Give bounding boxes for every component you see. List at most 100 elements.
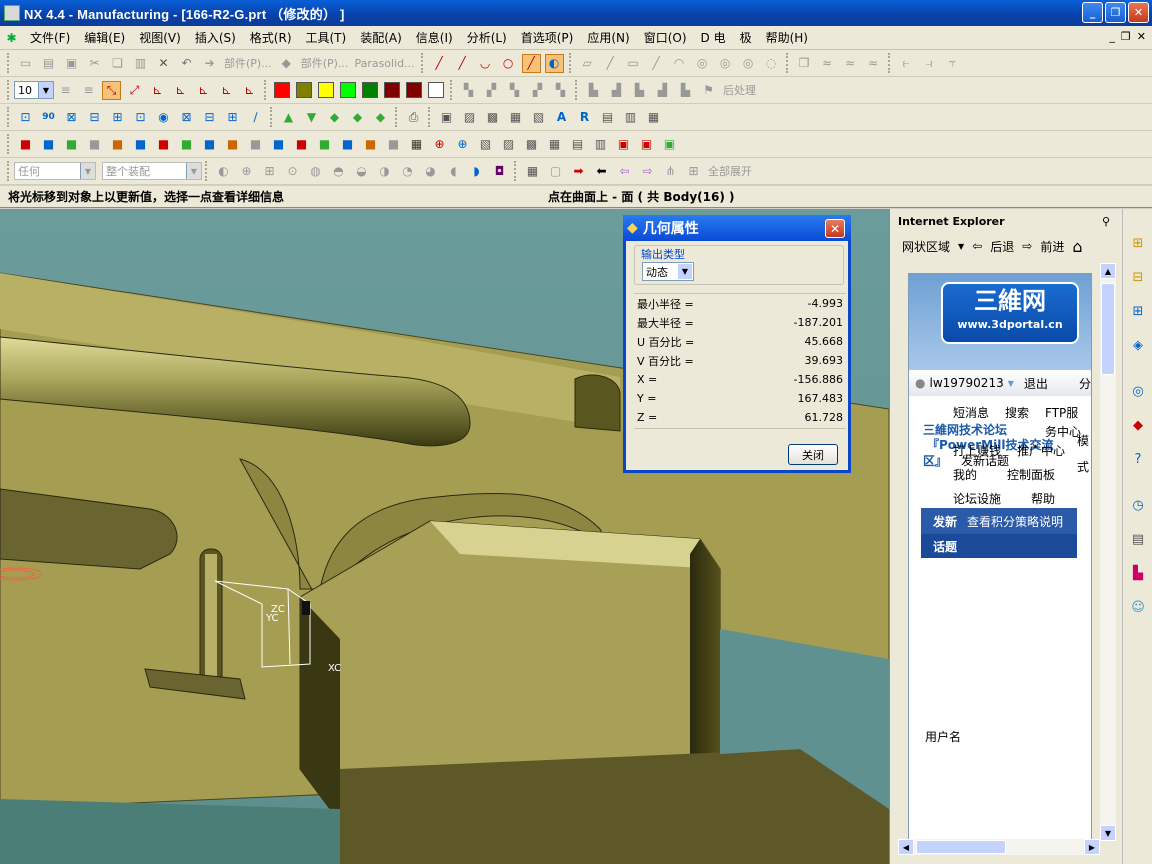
mold-17-icon[interactable]: ■ bbox=[384, 135, 403, 154]
mold-5-icon[interactable]: ■ bbox=[108, 135, 127, 154]
view-7-icon[interactable]: ▥ bbox=[621, 108, 640, 127]
mold-10-icon[interactable]: ■ bbox=[223, 135, 242, 154]
pin-icon[interactable]: ⚲ bbox=[1102, 215, 1110, 228]
control-panel-link[interactable]: 控制面板 bbox=[1007, 466, 1055, 483]
mold-13-icon[interactable]: ■ bbox=[292, 135, 311, 154]
promo-center-link[interactable]: 推广中心 bbox=[1017, 442, 1065, 459]
expand-all-icon[interactable]: ⊞ bbox=[684, 162, 703, 181]
menu-window[interactable]: 窗口(O) bbox=[637, 29, 694, 46]
select-2-icon[interactable]: ⊕ bbox=[237, 162, 256, 181]
hscroll-thumb[interactable] bbox=[916, 840, 1006, 854]
ie-horizontal-scrollbar[interactable]: ◀ ▶ bbox=[898, 839, 1100, 855]
fen-link[interactable]: 分 bbox=[1079, 375, 1091, 392]
part-label-2[interactable]: 部件(P)... bbox=[301, 55, 349, 71]
menu-application[interactable]: 应用(N) bbox=[580, 29, 636, 46]
filter-select[interactable]: 任何 ▼ bbox=[14, 162, 96, 180]
mold-27-icon[interactable]: ▣ bbox=[614, 135, 633, 154]
postprocess-label[interactable]: 后处理 bbox=[723, 82, 756, 98]
nav-red-arrow-icon[interactable]: ➡ bbox=[569, 162, 588, 181]
mdi-close-icon[interactable]: ✕ bbox=[1137, 30, 1146, 43]
toolbar-grip[interactable] bbox=[420, 53, 425, 73]
cam-a-icon[interactable]: ▙ bbox=[584, 81, 603, 100]
open-icon[interactable]: ▤ bbox=[39, 54, 58, 73]
trim2-icon[interactable]: ⥽ bbox=[920, 54, 939, 73]
analysis-5-icon[interactable]: ⊞ bbox=[108, 108, 127, 127]
color-swatch-red[interactable] bbox=[274, 82, 290, 98]
toolbar-grip[interactable] bbox=[395, 107, 399, 127]
minimize-button[interactable]: _ bbox=[1082, 2, 1103, 23]
color-swatch-olive[interactable] bbox=[296, 82, 312, 98]
arc-icon[interactable]: ◡ bbox=[476, 54, 495, 73]
mdi-minimize-icon[interactable]: _ bbox=[1109, 30, 1115, 43]
web-browser-icon[interactable]: ◎ bbox=[1128, 381, 1148, 401]
forum-settings-link[interactable]: 论坛设施 bbox=[953, 490, 1001, 507]
mold-11-icon[interactable]: ■ bbox=[246, 135, 265, 154]
analysis-11-icon[interactable]: ∕ bbox=[246, 108, 265, 127]
tool-b-icon[interactable]: ▞ bbox=[482, 81, 501, 100]
operation-navigator-icon[interactable]: ⊞ bbox=[1128, 301, 1148, 321]
analysis-1-icon[interactable]: ⊡ bbox=[16, 108, 35, 127]
analysis-3-icon[interactable]: ⊠ bbox=[62, 108, 81, 127]
feature4-icon[interactable]: ≈ bbox=[864, 54, 883, 73]
select-13-icon[interactable]: ◘ bbox=[490, 162, 509, 181]
sketch-dropdown-icon[interactable]: ◐ bbox=[544, 53, 564, 73]
text-a-icon[interactable]: A bbox=[552, 108, 571, 127]
mold-6-icon[interactable]: ■ bbox=[131, 135, 150, 154]
select-9-icon[interactable]: ◔ bbox=[398, 162, 417, 181]
paste-icon[interactable]: ▥ bbox=[131, 54, 150, 73]
toolbar-grip[interactable] bbox=[7, 80, 11, 100]
color-swatch-green[interactable] bbox=[362, 82, 378, 98]
new-icon[interactable]: ▭ bbox=[16, 54, 35, 73]
nav-back-icon[interactable]: ⇦ bbox=[615, 162, 634, 181]
visualization-icon[interactable]: ▙ bbox=[1128, 563, 1148, 583]
mold-2-icon[interactable]: ■ bbox=[39, 135, 58, 154]
select-3-icon[interactable]: ⊞ bbox=[260, 162, 279, 181]
chevron-down-icon[interactable]: ▼ bbox=[1008, 379, 1014, 388]
view-4-icon[interactable]: ▦ bbox=[506, 108, 525, 127]
menu-view[interactable]: 视图(V) bbox=[132, 29, 188, 46]
wcs6-icon[interactable]: ⊾ bbox=[217, 81, 236, 100]
scroll-down-icon[interactable]: ▼ bbox=[1100, 825, 1116, 841]
circle3-icon[interactable]: ◎ bbox=[716, 54, 735, 73]
circle-icon[interactable]: ○ bbox=[499, 54, 518, 73]
menu-format[interactable]: 格式(R) bbox=[243, 29, 299, 46]
back-arrow-icon[interactable]: ⇦ bbox=[972, 239, 982, 253]
analysis-6-icon[interactable]: ⊡ bbox=[131, 108, 150, 127]
system-materials-icon[interactable]: ▤ bbox=[1128, 529, 1148, 549]
mdi-restore-icon[interactable]: ❐ bbox=[1121, 30, 1131, 43]
select-11-icon[interactable]: ◖ bbox=[444, 162, 463, 181]
tool-e-icon[interactable]: ▚ bbox=[551, 81, 570, 100]
toolbar-grip[interactable] bbox=[887, 53, 892, 73]
toolbar-grip[interactable] bbox=[785, 53, 790, 73]
scroll-right-icon[interactable]: ▶ bbox=[1084, 839, 1100, 855]
library-icon[interactable]: ◈ bbox=[1128, 335, 1148, 355]
dialog-titlebar[interactable]: ◆ 几何属性 ✕ bbox=[623, 215, 851, 241]
spline-icon[interactable]: ◌ bbox=[762, 54, 781, 73]
circle4-icon[interactable]: ◎ bbox=[739, 54, 758, 73]
trim3-icon[interactable]: ⥾ bbox=[943, 54, 962, 73]
feature2-icon[interactable]: ≈ bbox=[818, 54, 837, 73]
select-10-icon[interactable]: ◕ bbox=[421, 162, 440, 181]
mold-25-icon[interactable]: ▤ bbox=[568, 135, 587, 154]
nav-tree-icon[interactable]: ⋔ bbox=[661, 162, 680, 181]
mold-16-icon[interactable]: ■ bbox=[361, 135, 380, 154]
ie-vertical-scrollbar[interactable]: ▲ ▼ bbox=[1100, 263, 1116, 841]
mold-29-icon[interactable]: ▣ bbox=[660, 135, 679, 154]
delete-icon[interactable]: ✕ bbox=[154, 54, 173, 73]
select-12-icon[interactable]: ◗ bbox=[467, 162, 486, 181]
rect-icon[interactable]: ▭ bbox=[624, 54, 643, 73]
tool-d-icon[interactable]: ▞ bbox=[528, 81, 547, 100]
site-logo[interactable]: 三維网 www.3dportal.cn bbox=[941, 282, 1079, 344]
maximize-button[interactable]: ❐ bbox=[1105, 2, 1126, 23]
help-icon[interactable]: ? bbox=[1128, 449, 1148, 469]
trim-icon[interactable]: ⥼ bbox=[897, 54, 916, 73]
mold-7-icon[interactable]: ■ bbox=[154, 135, 173, 154]
toolbar-grip[interactable] bbox=[7, 161, 11, 181]
curve-icon[interactable]: ▱ bbox=[578, 54, 597, 73]
help-link[interactable]: 帮助 bbox=[1031, 490, 1055, 507]
feature3-icon[interactable]: ≈ bbox=[841, 54, 860, 73]
toolbar-grip[interactable] bbox=[7, 134, 11, 154]
cam-d-icon[interactable]: ▟ bbox=[653, 81, 672, 100]
area-link[interactable]: 区』 bbox=[923, 452, 947, 469]
flag-icon[interactable]: ⚑ bbox=[699, 81, 718, 100]
